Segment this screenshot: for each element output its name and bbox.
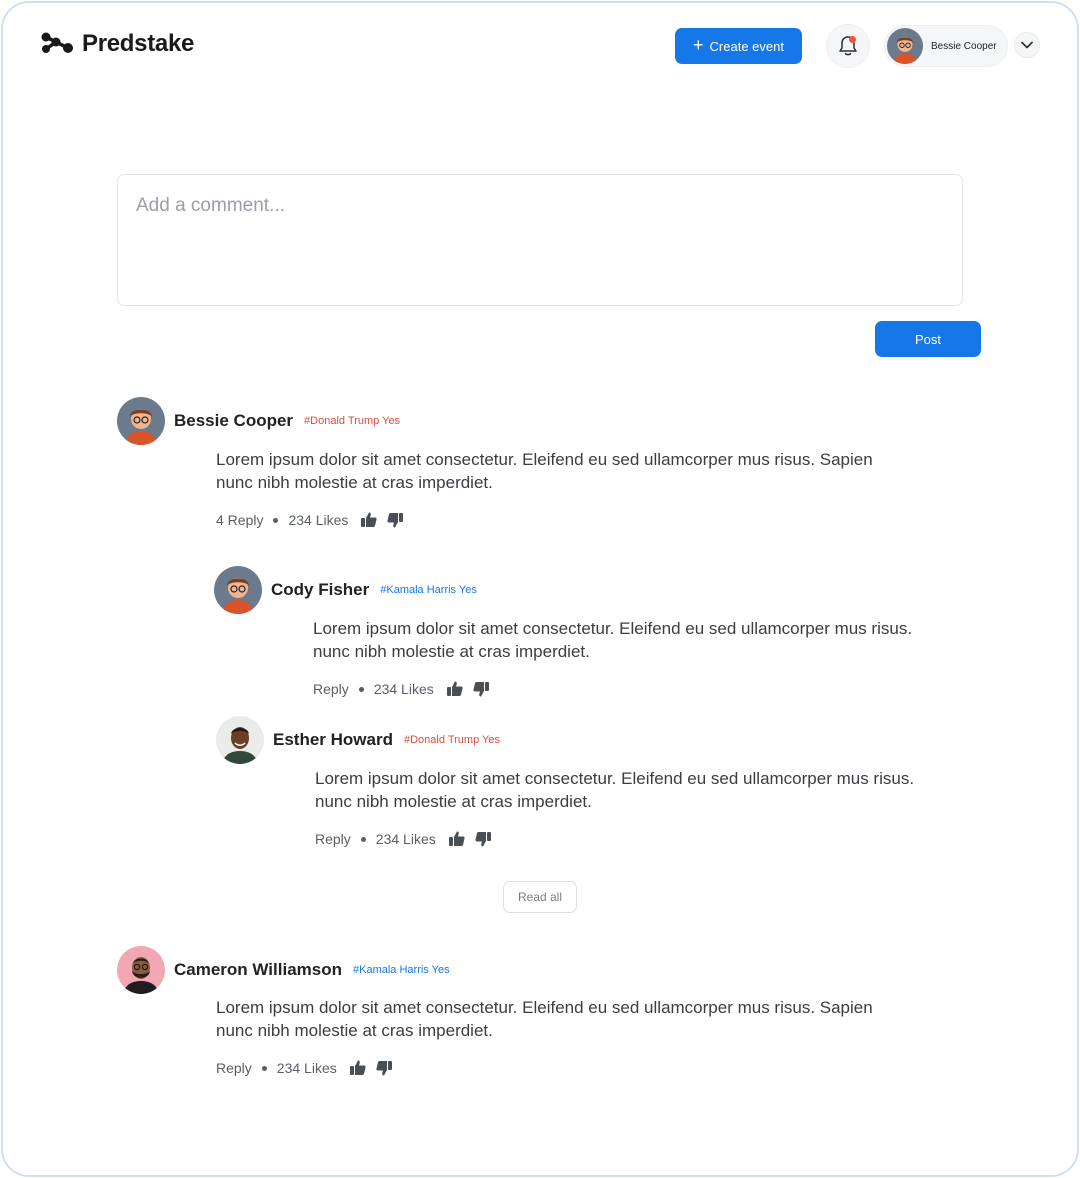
brand-name: Predstake bbox=[82, 30, 195, 57]
reply-link[interactable]: Reply bbox=[313, 681, 349, 697]
brand-logo[interactable]: Predstake bbox=[40, 30, 194, 58]
comment-text: Lorem ipsum dolor sit amet consectetur. … bbox=[315, 767, 914, 813]
user-menu-toggle[interactable] bbox=[1014, 32, 1040, 58]
comment: Cameron Williamson #Kamala Harris Yes bbox=[117, 946, 450, 994]
comment-actions: Reply 234 Likes bbox=[313, 680, 498, 698]
notifications-button[interactable] bbox=[826, 24, 870, 68]
comment-text-line: nunc nibh molestie at cras imperdiet. bbox=[313, 642, 590, 661]
comment-input[interactable] bbox=[117, 174, 963, 306]
thumbs-up-icon[interactable] bbox=[448, 830, 466, 848]
chevron-down-icon bbox=[1021, 41, 1033, 49]
user-menu[interactable]: Bessie Cooper bbox=[884, 25, 1008, 67]
comment-text-line: Lorem ipsum dolor sit amet consectetur. … bbox=[313, 619, 913, 638]
reply-comment: Cody Fisher #Kamala Harris Yes bbox=[214, 566, 477, 614]
plus-icon: + bbox=[693, 35, 704, 55]
likes-count: 234 Likes bbox=[276, 1060, 337, 1076]
thumbs-down-icon[interactable] bbox=[472, 680, 490, 698]
post-button[interactable]: Post bbox=[875, 321, 981, 357]
user-name: Bessie Cooper bbox=[931, 40, 997, 52]
thumbs-up-icon[interactable] bbox=[360, 511, 378, 529]
prediction-tag[interactable]: #Donald Trump Yes bbox=[304, 415, 400, 427]
comment-text-line: Lorem ipsum dolor sit amet consectetur. … bbox=[216, 450, 873, 469]
reply-comment: Esther Howard #Donald Trump Yes bbox=[216, 716, 500, 764]
comment-actions: Reply 234 Likes bbox=[315, 830, 500, 848]
separator-dot bbox=[358, 686, 364, 692]
likes-count: 234 Likes bbox=[288, 512, 349, 528]
reply-link[interactable]: Reply bbox=[315, 831, 351, 847]
likes-count: 234 Likes bbox=[373, 681, 434, 697]
separator-dot bbox=[360, 836, 366, 842]
avatar bbox=[117, 397, 165, 445]
create-event-button[interactable]: + Create event bbox=[675, 28, 802, 64]
thumbs-down-icon[interactable] bbox=[375, 1059, 393, 1077]
comment-author[interactable]: Bessie Cooper bbox=[174, 411, 293, 431]
comment-author[interactable]: Cody Fisher bbox=[271, 580, 369, 600]
thumbs-up-icon[interactable] bbox=[349, 1059, 367, 1077]
likes-count: 234 Likes bbox=[375, 831, 436, 847]
comment-author[interactable]: Cameron Williamson bbox=[174, 960, 342, 980]
comment-text: Lorem ipsum dolor sit amet consectetur. … bbox=[313, 617, 912, 663]
comment-text-line: Lorem ipsum dolor sit amet consectetur. … bbox=[216, 998, 873, 1017]
separator-dot bbox=[273, 517, 279, 523]
comment-actions: 4 Reply 234 Likes bbox=[216, 511, 412, 529]
comment-text-line: nunc nibh molestie at cras imperdiet. bbox=[216, 1021, 493, 1040]
create-event-label: Create event bbox=[709, 38, 784, 54]
read-all-button[interactable]: Read all bbox=[503, 881, 577, 913]
comment-text-line: Lorem ipsum dolor sit amet consectetur. … bbox=[315, 769, 915, 788]
avatar bbox=[887, 28, 923, 64]
comment-actions: Reply 234 Likes bbox=[216, 1059, 401, 1077]
notification-dot bbox=[849, 36, 856, 43]
separator-dot bbox=[261, 1065, 267, 1071]
avatar bbox=[214, 566, 262, 614]
comment-text: Lorem ipsum dolor sit amet consectetur. … bbox=[216, 996, 873, 1042]
logo-mark-icon bbox=[41, 32, 73, 53]
avatar bbox=[117, 946, 165, 994]
comment-text-line: nunc nibh molestie at cras imperdiet. bbox=[315, 792, 592, 811]
prediction-tag[interactable]: #Donald Trump Yes bbox=[404, 734, 500, 746]
thumbs-up-icon[interactable] bbox=[446, 680, 464, 698]
avatar bbox=[216, 716, 264, 764]
comment-text-line: nunc nibh molestie at cras imperdiet. bbox=[216, 473, 493, 492]
prediction-tag[interactable]: #Kamala Harris Yes bbox=[380, 584, 477, 596]
comment: Bessie Cooper #Donald Trump Yes bbox=[117, 397, 400, 445]
thumbs-down-icon[interactable] bbox=[386, 511, 404, 529]
comment-author[interactable]: Esther Howard bbox=[273, 730, 393, 750]
reply-link[interactable]: 4 Reply bbox=[216, 512, 263, 528]
comment-text: Lorem ipsum dolor sit amet consectetur. … bbox=[216, 448, 873, 494]
thumbs-down-icon[interactable] bbox=[474, 830, 492, 848]
prediction-tag[interactable]: #Kamala Harris Yes bbox=[353, 964, 450, 976]
reply-link[interactable]: Reply bbox=[216, 1060, 252, 1076]
